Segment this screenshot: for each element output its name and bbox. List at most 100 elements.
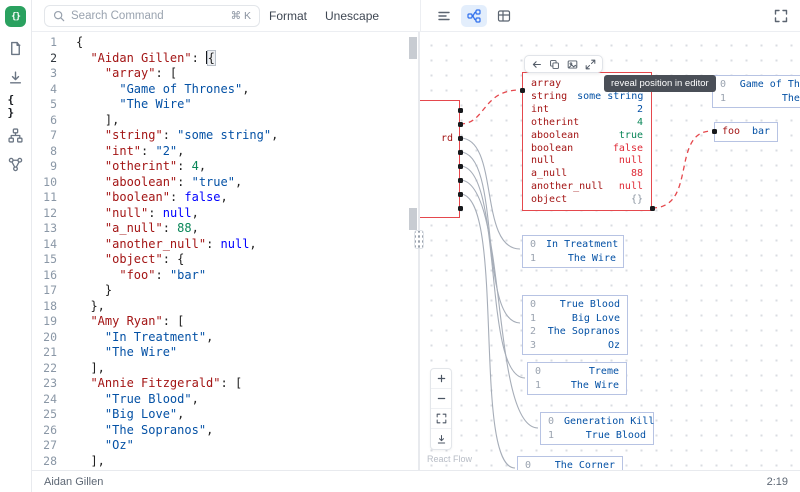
- array-node-aidan-array[interactable]: 0Game of Thrones1The Wire: [712, 75, 800, 108]
- code-line: "The Sopranos",: [76, 423, 418, 439]
- network-icon[interactable]: [8, 156, 24, 172]
- row-key: another_null: [531, 181, 603, 194]
- row-index: 1: [535, 379, 541, 393]
- code-token: :: [163, 128, 177, 142]
- selected-object-node[interactable]: arraystringsome stringint2otherint4abool…: [522, 72, 652, 211]
- code-token: ,: [206, 423, 213, 437]
- download-icon[interactable]: [8, 69, 24, 85]
- code-token: :: [163, 221, 177, 235]
- code-token: [76, 237, 105, 251]
- code-token: : [: [221, 376, 243, 390]
- code-token: ,: [271, 128, 278, 142]
- table-view-toggle[interactable]: [491, 5, 517, 27]
- node-row: another_nullnull: [531, 181, 643, 194]
- line-number: 5: [32, 97, 69, 113]
- code-token: "aboolean": [105, 175, 177, 189]
- code-token: "true": [192, 175, 235, 189]
- line-number: 23: [32, 376, 69, 392]
- row-value: 2: [637, 104, 643, 117]
- root-node[interactable]: rd: [420, 100, 460, 218]
- app-logo[interactable]: {}: [5, 6, 26, 27]
- array-node-anwan-glover[interactable]: 0Treme1The Wire: [527, 362, 627, 395]
- code-line: "Oz": [76, 438, 418, 454]
- code-token: : {: [163, 252, 185, 266]
- row-key: foo: [722, 125, 740, 139]
- zoom-out-button[interactable]: [431, 389, 451, 409]
- format-button[interactable]: Format: [260, 5, 316, 27]
- status-bar: Aidan Gillen 2:19: [32, 470, 800, 492]
- hierarchy-icon[interactable]: [8, 127, 24, 143]
- code-token: [76, 97, 119, 111]
- array-node-amy-ryan[interactable]: 0In Treatment1The Wire: [522, 235, 624, 268]
- graph-canvas[interactable]: rd arraystringsome stringint2otherint4ab…: [420, 32, 800, 470]
- code-token: [76, 221, 105, 235]
- flow-view-toggle[interactable]: [461, 5, 487, 27]
- node-row: 0In Treatment: [530, 238, 616, 252]
- code-line: "otherint": 4,: [76, 159, 418, 175]
- code-token: :: [192, 51, 206, 65]
- copy-node-icon[interactable]: [549, 59, 560, 70]
- code-token: "int": [105, 144, 141, 158]
- code-token: "a_null": [105, 221, 163, 235]
- code-line: }: [76, 283, 418, 299]
- search-input[interactable]: [71, 10, 225, 22]
- node-handle: [458, 178, 463, 183]
- node-row: 1The Wire: [535, 379, 619, 393]
- editor-scrollbar[interactable]: [408, 32, 418, 470]
- editor-code[interactable]: { "Aidan Gillen": { "array": [ "Game of …: [69, 32, 418, 470]
- code-token: ,: [206, 330, 213, 344]
- row-key: string: [531, 91, 567, 104]
- file-document-icon[interactable]: [8, 40, 24, 56]
- code-token: ,: [221, 190, 228, 204]
- code-line: "Amy Ryan": [: [76, 314, 418, 330]
- array-node-alice-farmer[interactable]: 0The Corner1Oz: [517, 456, 623, 470]
- code-token: ],: [76, 361, 105, 375]
- fullscreen-button[interactable]: [774, 9, 788, 23]
- fit-view-button[interactable]: [431, 409, 451, 429]
- editor-toolbar: ⌘ K Format Unescape: [32, 0, 420, 31]
- graph-edge: [460, 166, 525, 378]
- row-value: null: [619, 155, 643, 168]
- code-token: :: [177, 175, 191, 189]
- export-image-icon[interactable]: [567, 59, 578, 70]
- line-number: 18: [32, 299, 69, 315]
- code-token: ,: [177, 407, 184, 421]
- code-token: [76, 314, 90, 328]
- splitter-grip[interactable]: [414, 230, 424, 249]
- row-index: 0: [548, 415, 554, 429]
- array-node-alexander-skarsgard[interactable]: 0Generation Kill1True Blood: [540, 412, 654, 445]
- row-index: 1: [530, 252, 536, 266]
- object-child-node[interactable]: foo bar: [714, 122, 778, 142]
- code-token: [76, 423, 105, 437]
- code-token: }: [76, 283, 112, 297]
- array-node-annie-fitzgerald[interactable]: 0True Blood1Big Love2The Sopranos3Oz: [522, 295, 628, 355]
- code-token: "In Treatment": [105, 330, 206, 344]
- node-handle: [458, 192, 463, 197]
- row-index: 2: [530, 325, 536, 339]
- row-index: 3: [530, 339, 536, 353]
- code-token: ,: [235, 175, 242, 189]
- code-token: "some string": [177, 128, 271, 142]
- zoom-in-button[interactable]: [431, 369, 451, 389]
- download-image-button[interactable]: [431, 429, 451, 449]
- scrollbar-thumb[interactable]: [409, 37, 417, 59]
- search-shortcut: ⌘ K: [231, 10, 251, 22]
- code-token: :: [155, 268, 169, 282]
- content: 1234567891011121314151617181920212223242…: [32, 32, 800, 470]
- tree-view-toggle[interactable]: [431, 5, 457, 27]
- search-command-box[interactable]: ⌘ K: [44, 5, 260, 27]
- panel-splitter[interactable]: [418, 32, 420, 470]
- reveal-position-icon[interactable]: [531, 59, 542, 70]
- braces-icon[interactable]: { }: [8, 98, 24, 114]
- code-token: ,: [199, 159, 206, 173]
- flow-view-icon: [467, 9, 481, 23]
- code-line: "Aidan Gillen": {: [76, 51, 418, 67]
- code-editor[interactable]: 1234567891011121314151617181920212223242…: [32, 32, 418, 470]
- unescape-button[interactable]: Unescape: [316, 5, 388, 27]
- expand-node-icon[interactable]: [585, 59, 596, 70]
- code-token: ,: [192, 221, 199, 235]
- code-token: 88: [177, 221, 191, 235]
- reactflow-attribution[interactable]: React Flow: [427, 454, 472, 464]
- row-value: Generation Kill: [564, 415, 654, 429]
- row-value: bar: [752, 125, 770, 139]
